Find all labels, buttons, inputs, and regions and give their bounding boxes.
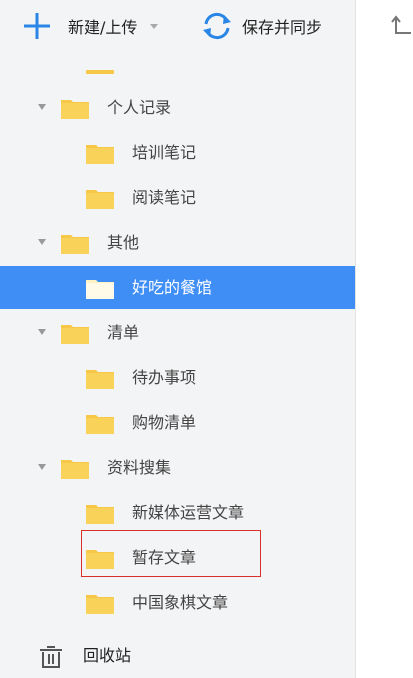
tree-item-label: 好吃的餐馆 (132, 278, 213, 297)
tree-group-lists[interactable]: 清单 (0, 311, 355, 354)
chevron-down-icon[interactable] (149, 21, 159, 31)
folder-icon (86, 145, 114, 164)
tree-item-good-restaurants[interactable]: 好吃的餐馆 (0, 266, 355, 309)
tree-item-reading-notes[interactable]: 阅读笔记 (0, 176, 355, 219)
back-to-parent-icon[interactable] (389, 14, 413, 38)
save-sync-button[interactable]: 保存并同步 (200, 8, 322, 44)
folder-icon (61, 460, 89, 479)
tree-item-chess-articles[interactable]: 中国象棋文章 (0, 581, 355, 624)
tree-item-label: 中国象棋文章 (132, 593, 229, 612)
tree-group-collected-materials[interactable]: 资料搜集 (0, 446, 355, 489)
folder-icon (86, 595, 114, 614)
tree-item-label: 阅读笔记 (132, 188, 197, 207)
chevron-down-icon[interactable] (37, 328, 47, 336)
tree-item-label: 培训笔记 (132, 143, 197, 162)
chevron-down-icon[interactable] (37, 238, 47, 246)
new-upload-button[interactable]: 新建/上传 (22, 8, 159, 44)
recycle-bin[interactable]: 回收站 (0, 634, 355, 678)
plus-icon (24, 13, 50, 39)
folder-icon (86, 280, 114, 299)
tree-item-label: 暂存文章 (132, 548, 197, 567)
folder-icon (61, 100, 89, 119)
folder-icon (86, 52, 114, 74)
folder-icon (61, 235, 89, 254)
save-sync-label: 保存并同步 (242, 18, 323, 37)
folder-icon (86, 415, 114, 434)
tree-item-todo[interactable]: 待办事项 (0, 356, 355, 399)
recycle-bin-label: 回收站 (83, 646, 132, 665)
sync-icon (203, 12, 231, 40)
tree-item-shopping-list[interactable]: 购物清单 (0, 401, 355, 444)
tree-item-draft-articles[interactable]: 暂存文章 (0, 536, 355, 579)
folder-icon (86, 190, 114, 209)
sidebar-toolbar: 新建/上传 保存并同步 (0, 0, 356, 52)
tree-group-label: 资料搜集 (107, 458, 172, 477)
new-upload-label: 新建/上传 (68, 18, 138, 37)
trash-icon (40, 646, 62, 668)
tree-group-personal-records[interactable]: 个人记录 (0, 86, 355, 129)
tree-group-other[interactable]: 其他 (0, 221, 355, 264)
folder-icon (86, 550, 114, 569)
tree-item-label: 购物清单 (132, 413, 197, 432)
folder-icon (86, 505, 114, 524)
tree-group-label: 清单 (107, 323, 140, 342)
folder-icon (86, 370, 114, 389)
tree-item-label: 待办事项 (132, 368, 197, 387)
tree-group-label: 其他 (107, 233, 140, 252)
tree-group-label: 个人记录 (107, 98, 172, 117)
tree-item-new-media-articles[interactable]: 新媒体运营文章 (0, 491, 355, 534)
chevron-down-icon[interactable] (37, 463, 47, 471)
notebook-sidebar: 新建/上传 保存并同步 个人记录 培训笔记 阅读笔记 其他 好吃的餐馆 清单 待… (0, 0, 356, 678)
tree-item-label: 新媒体运营文章 (132, 503, 245, 522)
folder-icon (61, 325, 89, 344)
chevron-down-icon[interactable] (37, 103, 47, 111)
tree-item-training-notes[interactable]: 培训笔记 (0, 131, 355, 174)
